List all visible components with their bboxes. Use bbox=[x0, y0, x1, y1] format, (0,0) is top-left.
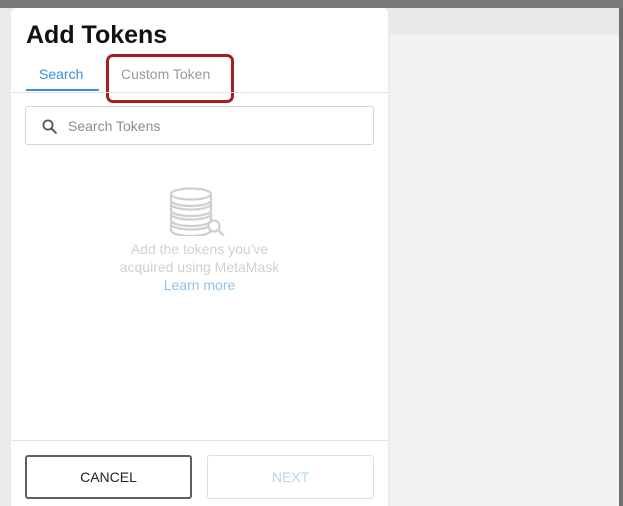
backdrop-header-band bbox=[390, 8, 623, 34]
app-backdrop bbox=[390, 8, 623, 506]
page-title: Add Tokens bbox=[26, 21, 168, 49]
footer-divider bbox=[11, 440, 388, 441]
window-edge bbox=[619, 8, 623, 506]
search-field[interactable] bbox=[25, 106, 374, 145]
next-button[interactable]: NEXT bbox=[207, 455, 374, 499]
tab-custom-token[interactable]: Custom Token bbox=[121, 66, 210, 82]
search-icon bbox=[42, 119, 57, 134]
tabs-divider bbox=[11, 92, 388, 93]
active-tab-indicator bbox=[26, 89, 99, 91]
empty-state-line-2: acquired using MetaMask bbox=[119, 259, 280, 275]
learn-more-link[interactable]: Learn more bbox=[11, 276, 388, 294]
search-input[interactable] bbox=[68, 115, 358, 137]
cancel-button[interactable]: CANCEL bbox=[25, 455, 192, 499]
tab-search[interactable]: Search bbox=[39, 66, 83, 82]
add-tokens-panel: Add Tokens Search Custom Token Add the t… bbox=[11, 8, 388, 506]
empty-state-line-1: Add the tokens you've bbox=[130, 241, 269, 257]
window-top-bar bbox=[0, 0, 623, 8]
empty-state-message: Add the tokens you've acquired using Met… bbox=[11, 240, 388, 276]
coins-search-icon bbox=[169, 187, 225, 236]
